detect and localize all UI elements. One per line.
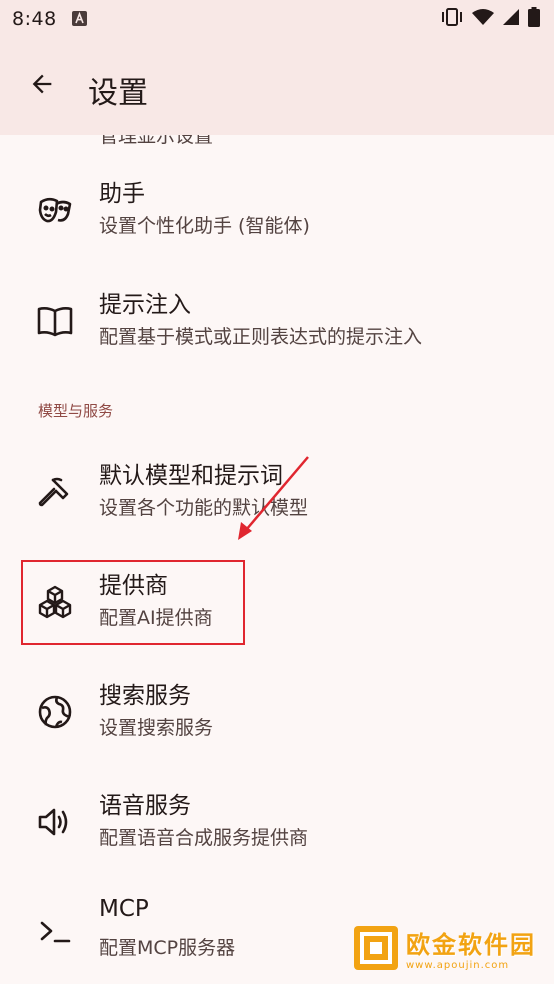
watermark-url: www.apoujin.com [406,960,510,971]
settings-item-subtitle: 设置个性化助手 (智能体) [99,215,310,237]
book-icon [35,301,75,341]
arrow-back-icon [28,70,56,102]
settings-item-title: 提示注入 [99,292,191,318]
settings-item-subtitle: 设置搜索服务 [99,717,214,739]
settings-item-subtitle: 配置基于模式或正则表达式的提示注入 [99,326,423,348]
settings-item-title: 助手 [99,181,145,207]
status-time: 8:48 [12,8,57,30]
battery-icon [528,7,540,31]
settings-item-subtitle: 配置MCP服务器 [99,937,236,959]
boxes-icon [35,582,75,622]
theater-masks-icon [35,190,75,230]
page-title: 设置 [88,76,148,111]
display-settings-subtitle: 管理显示设置 [99,135,214,147]
settings-item-title: MCP [99,896,149,922]
settings-item-search-services[interactable]: 搜索服务 设置搜索服务 [0,662,554,762]
font-a-icon [72,11,87,26]
terminal-icon [35,912,75,952]
speaker-icon [35,802,75,842]
signal-icon [502,8,520,30]
vibrate-icon [440,7,464,31]
settings-item-assistant[interactable]: 助手 设置个性化助手 (智能体) [0,160,554,260]
back-button[interactable] [22,66,62,106]
watermark-title: 欧金软件园 [406,931,536,959]
settings-list: 管理显示设置 助手 设置个性化助手 (智能体) 提示注入 配置基于模式或正则表达… [0,135,554,984]
settings-item-providers[interactable]: 提供商 配置AI提供商 [0,552,554,652]
settings-item-title: 语音服务 [99,793,191,819]
status-bar: 8:48 [0,0,554,38]
section-header-models-services: 模型与服务 [38,402,114,420]
watermark-logo [354,926,398,970]
settings-item-default-models[interactable]: 默认模型和提示词 设置各个功能的默认模型 [0,442,554,542]
watermark: 欧金软件园 www.apoujin.com [354,920,550,976]
status-icons [440,7,540,31]
app-bar: 设置 [0,38,554,135]
settings-item-subtitle: 配置语音合成服务提供商 [99,827,309,849]
hammer-icon [35,472,75,512]
settings-item-subtitle: 配置AI提供商 [99,607,213,629]
settings-item-title: 搜索服务 [99,683,191,709]
settings-item-title: 默认模型和提示词 [99,463,283,489]
globe-icon [35,692,75,732]
settings-item-prompt-injection[interactable]: 提示注入 配置基于模式或正则表达式的提示注入 [0,271,554,371]
settings-item-tts-services[interactable]: 语音服务 配置语音合成服务提供商 [0,772,554,872]
settings-item-subtitle: 设置各个功能的默认模型 [99,497,309,519]
settings-item-title: 提供商 [99,573,168,599]
wifi-icon [472,8,494,30]
